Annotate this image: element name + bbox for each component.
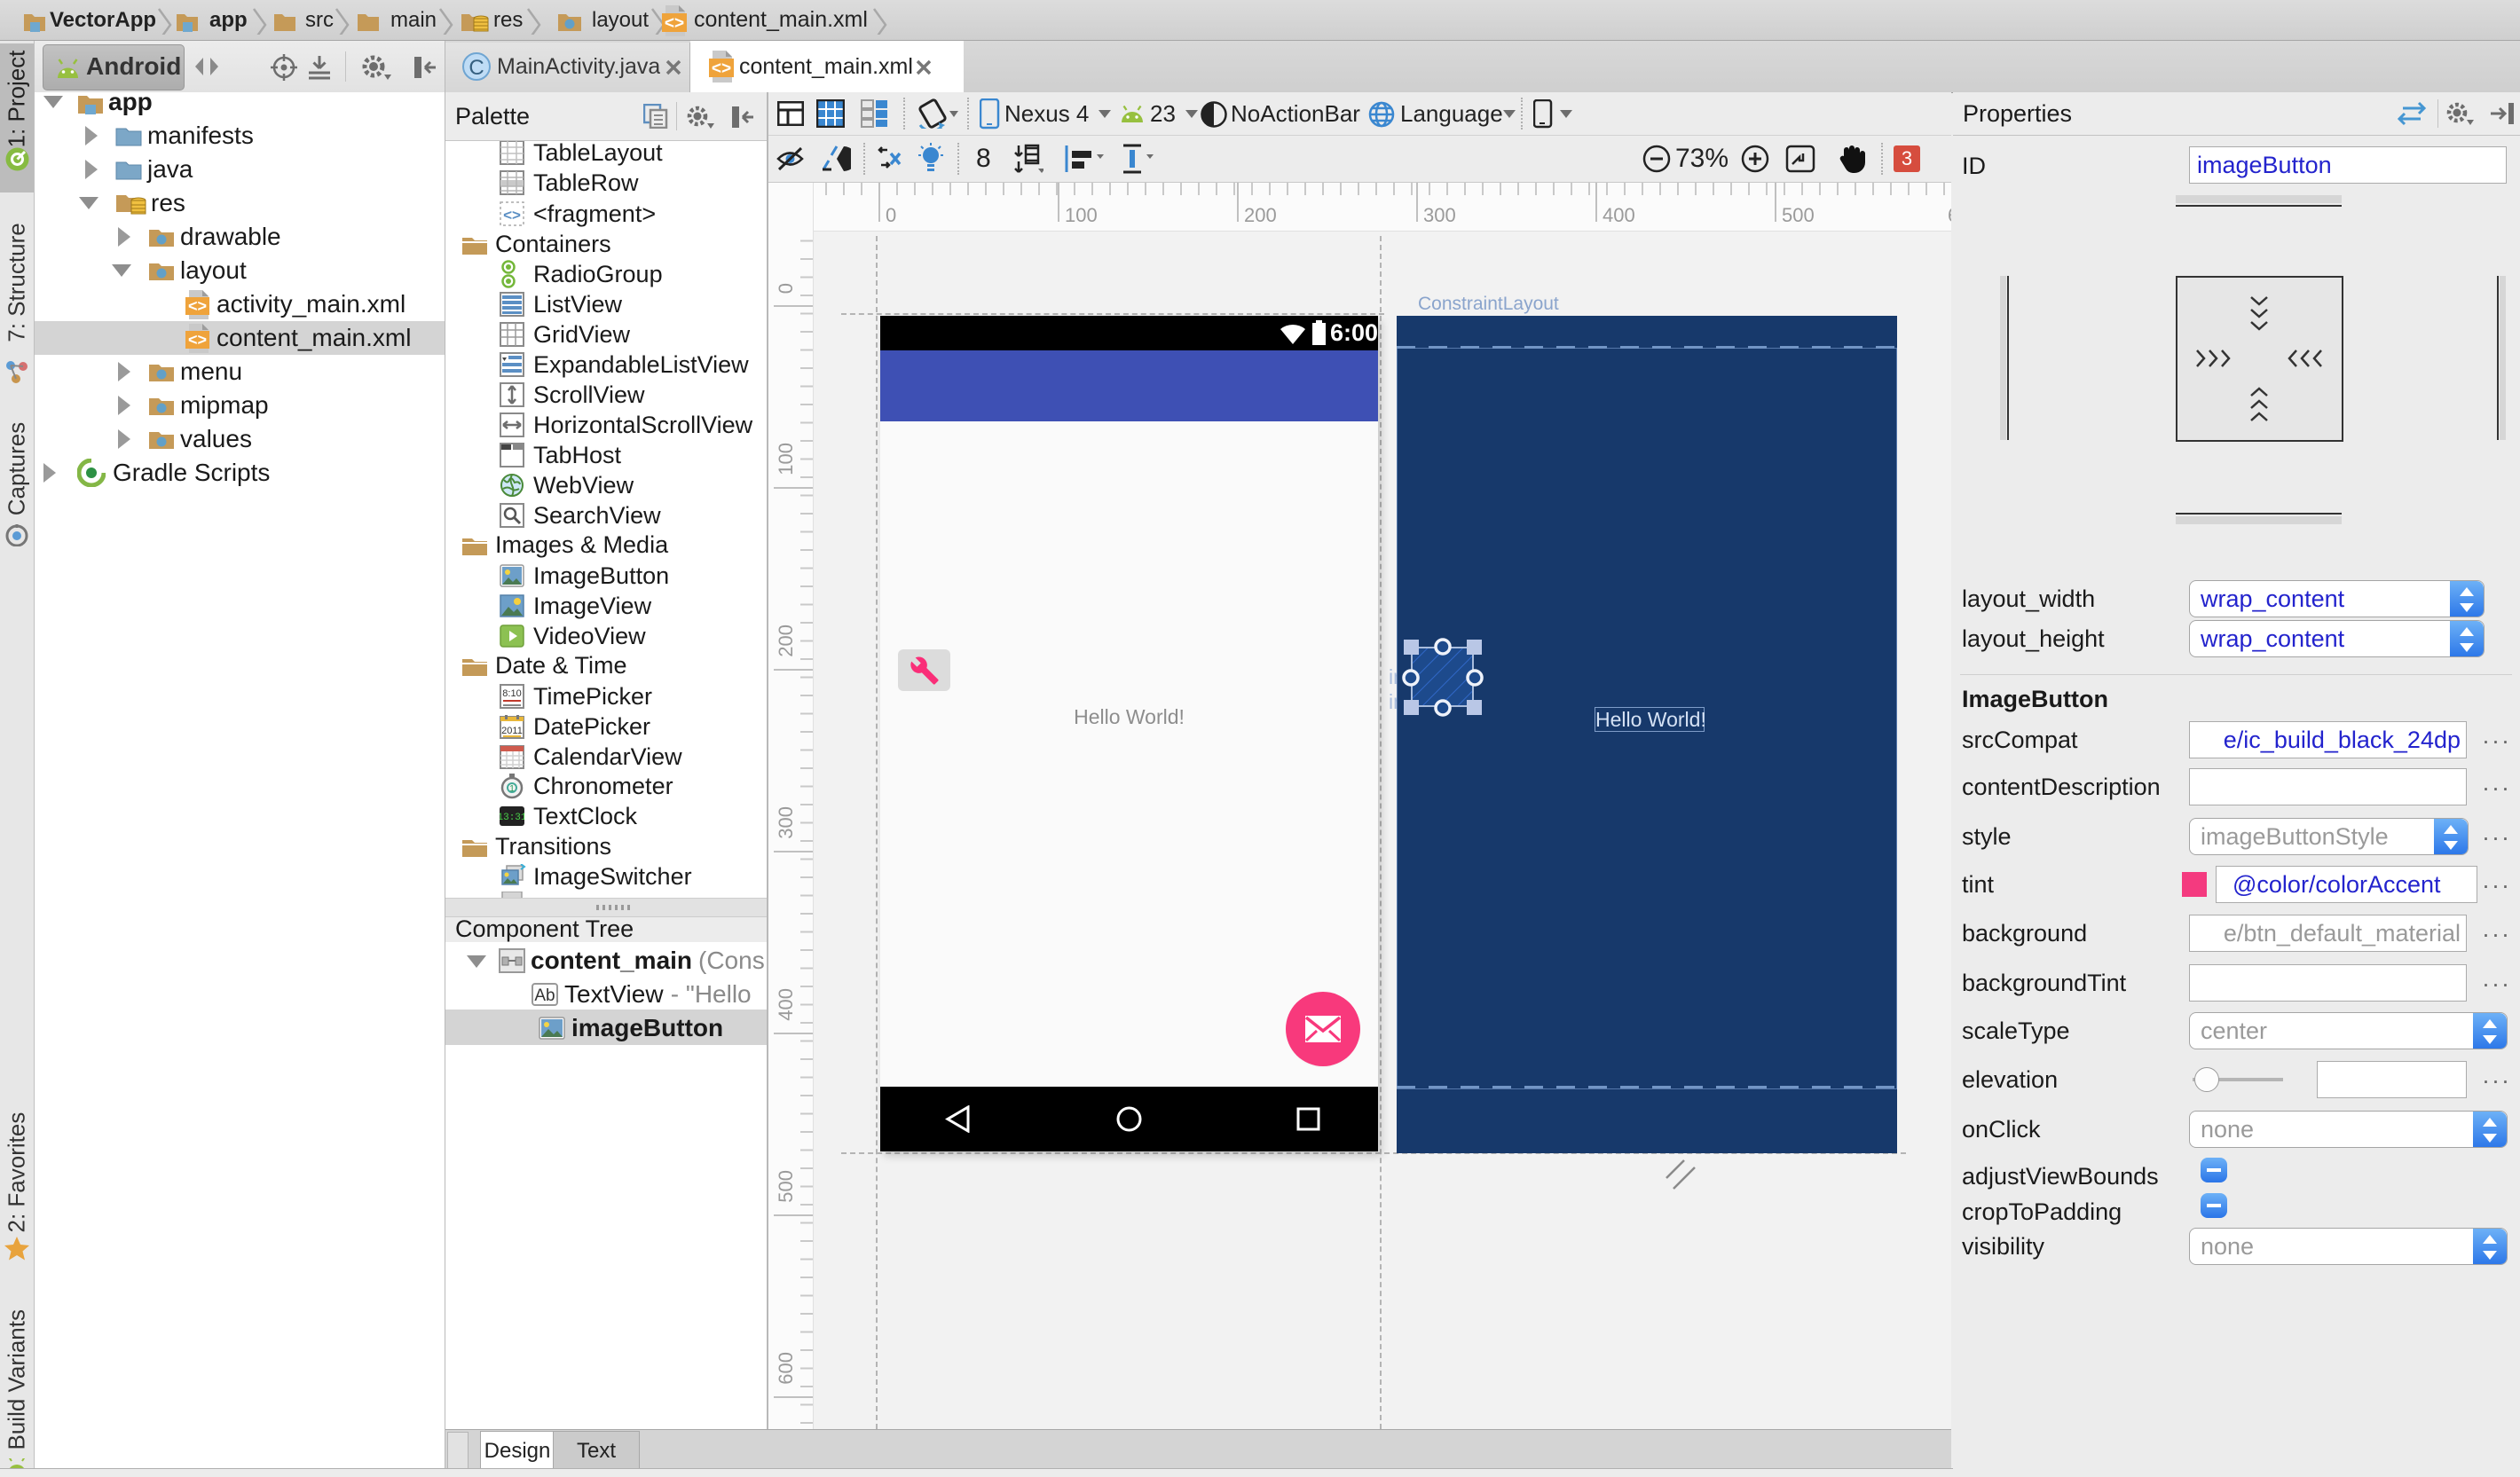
svg-text:<>: <> — [188, 331, 207, 349]
svg-text:<>: <> — [503, 207, 521, 224]
svg-text:1: 1 — [509, 784, 515, 794]
svg-text:C: C — [469, 56, 484, 80]
svg-text:<>: <> — [188, 297, 207, 315]
svg-text:13:31: 13:31 — [500, 813, 524, 823]
svg-text:8:10: 8:10 — [502, 688, 521, 699]
svg-text:<>: <> — [712, 59, 731, 78]
svg-text:<>: <> — [665, 14, 684, 33]
svg-text:Ab: Ab — [534, 986, 555, 1005]
svg-text:2011: 2011 — [501, 726, 523, 736]
